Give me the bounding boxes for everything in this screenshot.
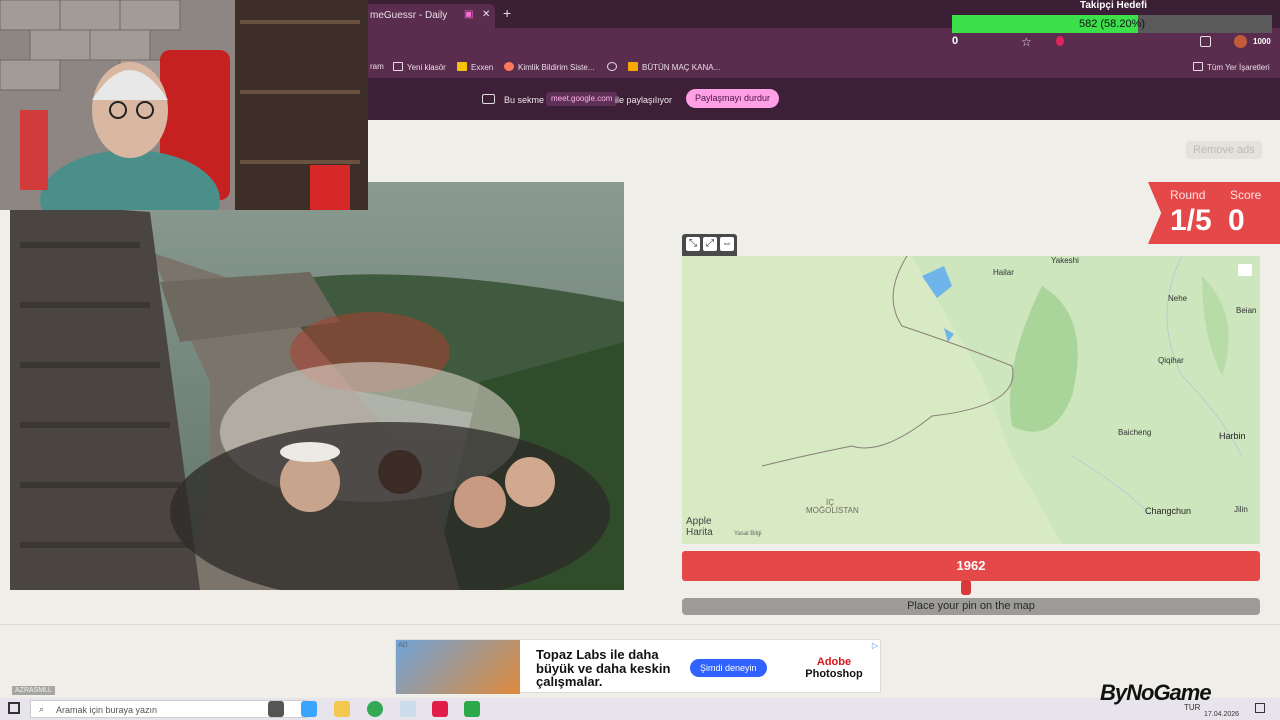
great-wall-photo <box>10 182 624 590</box>
pencil-icon <box>504 62 514 71</box>
folder-icon <box>1193 62 1203 71</box>
new-tab-button[interactable]: + <box>503 5 511 21</box>
windows-taskbar: ⌕ Aramak için buraya yazın TUR <box>0 698 1280 720</box>
globe-icon <box>607 62 617 71</box>
round-value: 1/5 <box>1170 204 1212 237</box>
round-photo <box>10 182 624 590</box>
map-label: Qiqihar <box>1158 356 1184 365</box>
year-display: 1962 <box>682 551 1260 581</box>
share-domain: meet.google.com <box>546 92 618 106</box>
ad-cta-button[interactable]: Şimdi deneyin <box>690 659 767 677</box>
bookmark-item[interactable]: ram <box>370 62 384 71</box>
exxen-icon <box>457 62 467 71</box>
tab-title: meGuessr - Daily <box>370 10 448 21</box>
folder-icon <box>393 62 403 71</box>
app-icon[interactable] <box>400 701 416 717</box>
file-explorer-icon[interactable] <box>334 701 350 717</box>
follower-goal-min: 0 <box>952 35 959 47</box>
follower-goal-max: 1000 <box>1253 37 1271 46</box>
bookmark-item[interactable]: Tüm Yer İşaretleri <box>1193 62 1270 72</box>
legal-link[interactable]: Yasal Bilgi <box>734 531 762 537</box>
map-label: MOĞOLİSTAN <box>806 506 859 515</box>
shrink-map-icon[interactable]: ⤢ <box>703 237 717 251</box>
map-label: Harbin <box>1219 431 1246 441</box>
ad-badge: AD <box>398 642 408 649</box>
bookmark-item[interactable]: Exxen <box>457 62 493 72</box>
cat-ad-image <box>396 640 520 694</box>
follower-goal-bar: 582 (58.20%) <box>952 15 1272 33</box>
stop-sharing-button[interactable]: Paylaşmayı durdur <box>686 89 780 108</box>
chrome-icon[interactable] <box>367 701 383 717</box>
profile-avatar[interactable] <box>1234 35 1247 48</box>
extension-icon[interactable] <box>1056 36 1064 46</box>
map-label: Yakeshi <box>1051 256 1079 265</box>
score-label: Score <box>1230 188 1262 202</box>
map-label: Changchun <box>1145 506 1192 516</box>
streamer-name: AZRASMLL <box>12 686 55 695</box>
bynogame-watermark: ByNoGame <box>1100 680 1212 705</box>
pin-map-icon[interactable]: ⇔ <box>720 237 734 251</box>
bookmark-item[interactable]: BÜTÜN MAÇ KANA... <box>628 62 720 72</box>
webcam-overlay <box>0 0 368 210</box>
app-icon[interactable] <box>432 701 448 717</box>
screen-share-icon <box>482 94 495 104</box>
bookmark-item[interactable]: Yeni klasör <box>393 62 446 72</box>
map-label: Nehe <box>1168 294 1188 303</box>
share-text: Bu sekme <box>504 95 545 105</box>
task-view-icon[interactable] <box>268 701 284 717</box>
map-toolbar: ⤡ ⤢ ⇔ <box>682 234 737 256</box>
map-label: Beian <box>1236 306 1257 315</box>
apple-maps-logo: Apple Harita <box>686 516 713 538</box>
remove-ads-button[interactable]: Remove ads <box>1186 141 1262 159</box>
score-value: 0 <box>1228 204 1245 237</box>
ad-banner[interactable]: AD Topaz Labs ile daha büyük ve daha kes… <box>395 639 881 694</box>
active-tab[interactable]: meGuessr - Daily ▣ ✕ <box>360 4 495 28</box>
puzzle-icon[interactable] <box>1200 36 1211 47</box>
app-icon[interactable] <box>464 701 480 717</box>
ad-headline: Topaz Labs ile daha büyük ve daha keskin… <box>536 647 671 689</box>
divider <box>0 624 1280 625</box>
guess-map[interactable]: Yakeshi Hailar Nehe Beian Qiqihar Baiche… <box>682 256 1260 544</box>
taskbar-date: 17.04.2026 <box>1204 711 1240 718</box>
tab-audio-icon[interactable]: ▣ <box>464 9 473 20</box>
ad-info-icon[interactable]: ▷ <box>872 641 878 650</box>
follower-goal-title: Takipçi Hedefi <box>1080 0 1148 11</box>
edge-icon[interactable] <box>301 701 317 717</box>
map-label: Jilin <box>1234 505 1248 514</box>
notification-icon[interactable] <box>1255 703 1265 713</box>
expand-map-icon[interactable]: ⤡ <box>686 237 700 251</box>
streamer-webcam <box>0 0 368 210</box>
bookmark-item[interactable] <box>607 62 621 72</box>
map-label: Hailar <box>993 268 1014 277</box>
jp-icon <box>628 62 638 71</box>
tab-close-icon[interactable]: ✕ <box>482 9 490 20</box>
bookmark-star-icon[interactable]: ☆ <box>1021 35 1032 49</box>
place-pin-button[interactable]: Place your pin on the map <box>682 598 1260 615</box>
year-slider-handle[interactable] <box>961 580 971 595</box>
round-score-panel: Round Score 1/5 0 <box>1148 182 1280 244</box>
map-layer-icon[interactable] <box>1238 264 1252 276</box>
search-icon: ⌕ <box>39 704 45 714</box>
taskbar-search-input[interactable]: ⌕ Aramak için buraya yazın <box>30 700 308 718</box>
round-label: Round <box>1170 188 1206 202</box>
ad-brand: Adobe Photoshop <box>805 656 863 680</box>
bookmark-item[interactable]: Kimlik Bildirim Siste... <box>504 62 594 72</box>
share-text: ile paylaşılıyor <box>615 95 673 105</box>
follower-goal-progress: 582 (58.20%) <box>1078 18 1146 30</box>
start-icon[interactable] <box>8 702 20 714</box>
map-label: Baicheng <box>1118 428 1152 437</box>
